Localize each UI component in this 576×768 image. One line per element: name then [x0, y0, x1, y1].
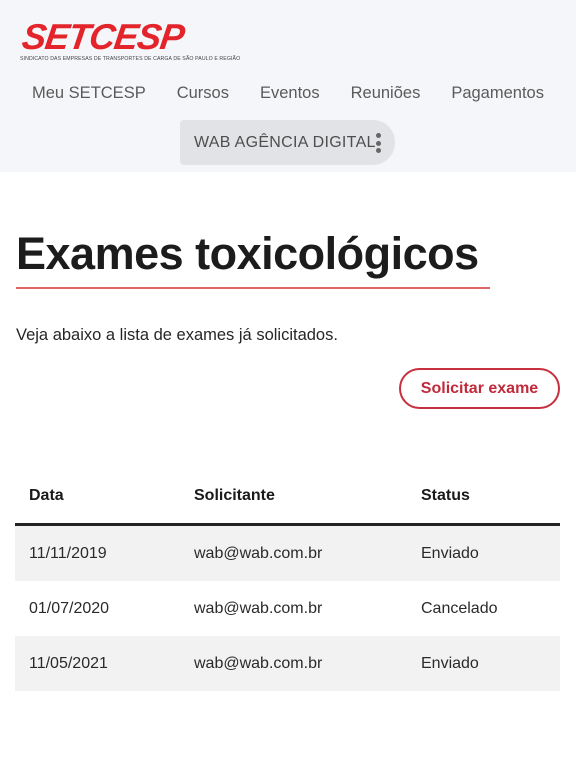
kebab-vertical-icon — [375, 133, 381, 153]
cell-status: Enviado — [421, 655, 479, 672]
nav-item-cursos[interactable]: Cursos — [177, 84, 229, 103]
cell-date: 01/07/2020 — [29, 600, 110, 617]
site-header: SETCESP SINDICATO DAS EMPRESAS DE TRANSP… — [0, 0, 576, 172]
cell-requester: wab@wab.com.br — [194, 655, 323, 672]
account-name: WAB AGÊNCIA DIGITAL — [194, 133, 376, 151]
column-header-data[interactable]: Data — [29, 487, 64, 505]
cell-status: Cancelado — [421, 600, 498, 617]
cell-date: 11/05/2021 — [29, 655, 108, 672]
cell-status: Enviado — [421, 545, 479, 562]
request-exam-button[interactable]: Solicitar exame — [399, 368, 560, 409]
setcesp-logo[interactable]: SETCESP SINDICATO DAS EMPRESAS DE TRANSP… — [20, 16, 265, 62]
column-header-status[interactable]: Status — [421, 487, 470, 505]
nav-item-pagamentos[interactable]: Pagamentos — [451, 84, 544, 103]
title-underline — [16, 287, 490, 289]
main-nav: Meu SETCESP Cursos Eventos Reuniões Paga… — [32, 84, 544, 103]
table-row[interactable]: 11/11/2019 wab@wab.com.br Enviado — [15, 526, 560, 581]
table-header: Data Solicitante Status — [15, 470, 560, 526]
cell-requester: wab@wab.com.br — [194, 600, 323, 617]
nav-item-reunioes[interactable]: Reuniões — [351, 84, 421, 103]
table-row[interactable]: 01/07/2020 wab@wab.com.br Cancelado — [15, 581, 560, 636]
logo-wordmark: SETCESP — [19, 16, 187, 57]
nav-item-meu-setcesp[interactable]: Meu SETCESP — [32, 84, 146, 103]
intro-text: Veja abaixo a lista de exames já solicit… — [16, 326, 338, 344]
cell-requester: wab@wab.com.br — [194, 545, 323, 562]
table-row[interactable]: 11/05/2021 wab@wab.com.br Enviado — [15, 636, 560, 691]
exams-table: Data Solicitante Status 11/11/2019 wab@w… — [15, 470, 560, 691]
page-title: Exames toxicológicos — [16, 228, 479, 279]
column-header-solicitante[interactable]: Solicitante — [194, 487, 275, 505]
cell-date: 11/11/2019 — [29, 545, 107, 562]
account-menu-button[interactable]: WAB AGÊNCIA DIGITAL — [180, 120, 395, 165]
nav-item-eventos[interactable]: Eventos — [260, 84, 320, 103]
